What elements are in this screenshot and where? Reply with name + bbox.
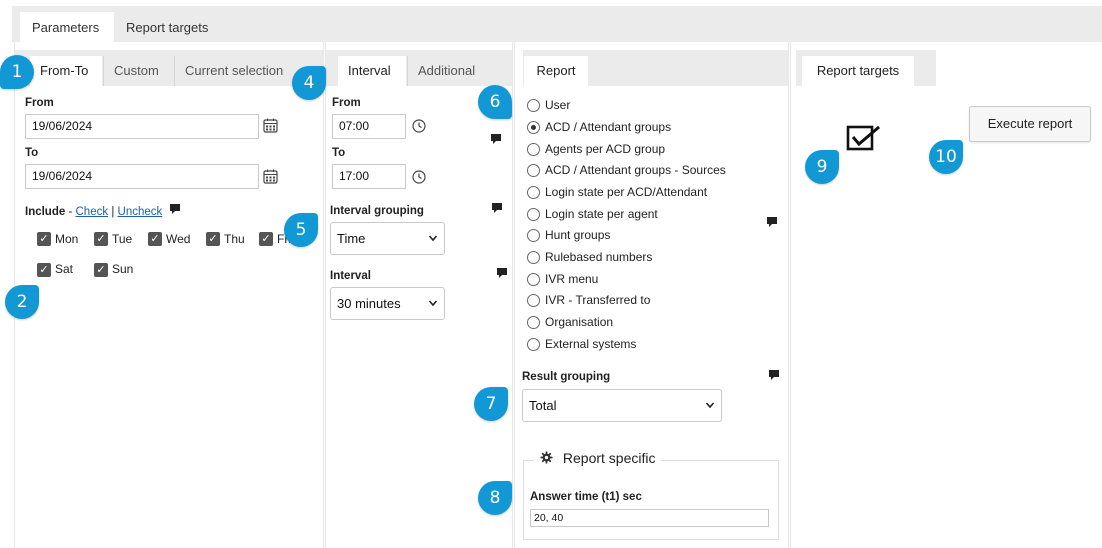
tab-report-targets[interactable]: Report targets (114, 12, 228, 44)
tab-current-selection[interactable]: Current selection (174, 56, 296, 86)
answer-time-input[interactable]: 20, 40 (530, 509, 769, 527)
from-date-input[interactable]: 19/06/2024 (25, 114, 259, 139)
day-label-sat: Sat (55, 262, 74, 276)
callout-10: 10 (929, 140, 963, 174)
tab-parameters[interactable]: Parameters (20, 12, 114, 44)
calendar-icon[interactable] (263, 169, 278, 187)
include-label: Include (25, 206, 66, 218)
result-grouping-value: Total (529, 398, 557, 413)
radio-report-option[interactable] (527, 229, 540, 242)
report-option-label[interactable]: ACD / Attendant groups - Sources (545, 163, 726, 177)
day-label-thu: Thu (224, 232, 245, 246)
callout-1: 1 (0, 55, 34, 89)
chevron-down-icon (428, 288, 438, 319)
comment-icon[interactable] (490, 133, 502, 148)
radio-report-option[interactable] (527, 164, 540, 177)
tab-from-to[interactable]: From-To (30, 56, 102, 86)
comment-icon[interactable] (766, 216, 778, 231)
comment-icon[interactable] (169, 204, 181, 218)
checkbox-mon[interactable]: ✓ (37, 232, 51, 246)
report-option-label[interactable]: ACD / Attendant groups (545, 120, 671, 134)
callout-5: 5 (284, 213, 318, 247)
interval-value: 30 minutes (337, 296, 401, 311)
interval-grouping-value: Time (337, 231, 366, 246)
gear-icon (540, 450, 557, 466)
report-specific-title: Report specific (562, 450, 656, 466)
radio-report-option[interactable] (527, 186, 540, 199)
callout-6: 6 (478, 85, 512, 119)
day-label-mon: Mon (55, 232, 79, 246)
radio-report-option[interactable] (527, 294, 540, 307)
day-label-tue: Tue (112, 232, 133, 246)
tab-additional[interactable]: Additional (407, 56, 495, 86)
checkbox-sun[interactable]: ✓ (94, 263, 108, 277)
callout-9: 9 (805, 150, 839, 184)
answer-time-label: Answer time (t1) sec (530, 491, 642, 503)
to-time-input[interactable]: 17:00 (332, 164, 406, 189)
from-time-input[interactable]: 07:00 (332, 114, 406, 139)
to-date-label: To (25, 147, 39, 159)
result-grouping-label: Result grouping (522, 371, 611, 383)
chevron-down-icon (705, 390, 715, 421)
checkbox-fri[interactable]: ✓ (259, 232, 273, 246)
radio-report-option[interactable] (527, 143, 540, 156)
report-option-label[interactable]: IVR - Transferred to (545, 293, 650, 307)
tab-report[interactable]: Report (524, 56, 588, 86)
uncheck-all-link[interactable]: Uncheck (118, 206, 163, 218)
callout-4: 4 (292, 66, 326, 100)
tab-interval[interactable]: Interval (338, 56, 406, 86)
report-option-label[interactable]: Organisation (545, 315, 613, 329)
from-date-label: From (25, 97, 54, 109)
report-option-label[interactable]: External systems (545, 337, 636, 351)
report-option-label[interactable]: Agents per ACD group (545, 142, 665, 156)
checkbox-wed[interactable]: ✓ (148, 232, 162, 246)
calendar-icon[interactable] (263, 118, 278, 136)
callout-8: 8 (478, 481, 512, 515)
report-option-label[interactable]: Login state per agent (545, 207, 658, 221)
report-option-label[interactable]: Login state per ACD/Attendant (545, 185, 707, 199)
radio-report-option[interactable] (527, 208, 540, 221)
checkbox-checked-icon[interactable] (846, 123, 882, 156)
interval-label: Interval (330, 270, 371, 282)
execute-report-button[interactable]: Execute report (969, 106, 1091, 142)
radio-report-option[interactable] (527, 316, 540, 329)
comment-icon[interactable] (491, 202, 503, 217)
clock-icon[interactable] (412, 119, 426, 136)
report-specific-legend: Report specific (534, 450, 662, 466)
radio-report-option[interactable] (527, 338, 540, 351)
callout-7: 7 (474, 387, 508, 421)
interval-grouping-label: Interval grouping (330, 205, 424, 217)
checkbox-tue[interactable]: ✓ (94, 232, 108, 246)
link-separator: | (111, 206, 115, 218)
radio-report-option[interactable] (527, 99, 540, 112)
report-option-label[interactable]: Hunt groups (545, 228, 610, 242)
report-option-label[interactable]: Rulebased numbers (545, 250, 652, 264)
radio-report-option[interactable] (527, 251, 540, 264)
include-separator: - (65, 206, 76, 218)
checkbox-thu[interactable]: ✓ (206, 232, 220, 246)
report-option-label[interactable]: User (545, 98, 570, 112)
result-grouping-select[interactable]: Total (522, 389, 722, 422)
comment-icon[interactable] (768, 369, 780, 384)
radio-report-option[interactable] (527, 121, 540, 134)
interval-select[interactable]: 30 minutes (330, 287, 445, 320)
chevron-down-icon (428, 223, 438, 254)
radio-report-option[interactable] (527, 273, 540, 286)
clock-icon[interactable] (412, 170, 426, 187)
day-label-wed: Wed (166, 232, 191, 246)
to-time-label: To (332, 147, 346, 159)
interval-grouping-select[interactable]: Time (330, 222, 445, 255)
day-label-sun: Sun (112, 262, 134, 276)
to-date-input[interactable]: 19/06/2024 (25, 164, 259, 189)
comment-icon[interactable] (496, 267, 508, 282)
tab-custom[interactable]: Custom (103, 56, 173, 86)
tab-report-targets-sub[interactable]: Report targets (802, 56, 914, 86)
include-row: Include - Check | Uncheck (25, 203, 181, 218)
report-option-label[interactable]: IVR menu (545, 272, 598, 286)
check-all-link[interactable]: Check (76, 206, 109, 218)
from-time-label: From (332, 97, 361, 109)
checkbox-sat[interactable]: ✓ (37, 263, 51, 277)
callout-2: 2 (5, 285, 39, 319)
